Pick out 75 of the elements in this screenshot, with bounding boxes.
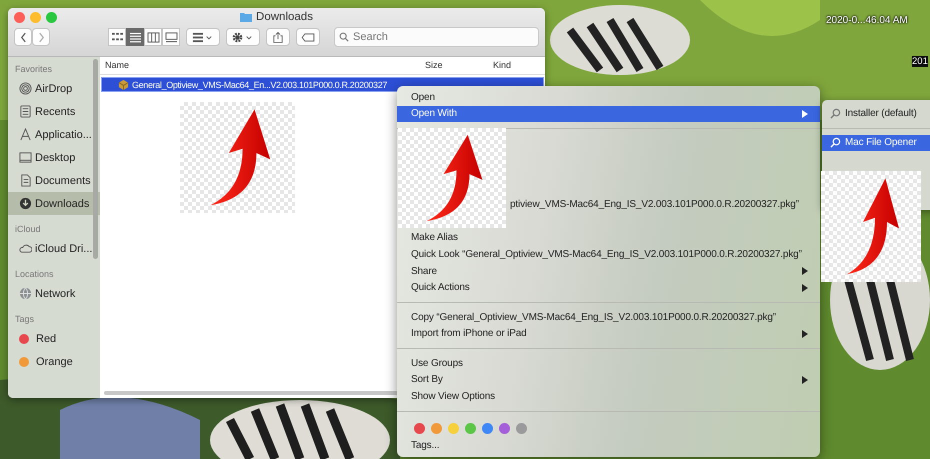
back-button[interactable] [14, 28, 32, 46]
menu-item[interactable]: Quick Look “General_Optiview_VMS-Mac64_Eng_IS_V2.003.101P000.0.R.20200327.pkg” [397, 246, 820, 263]
sidebar-item[interactable]: iCloud Dri... [8, 237, 100, 260]
sidebar-item[interactable]: Orange [8, 350, 100, 373]
menu-item[interactable]: Installer (default) [822, 105, 930, 122]
menu-item[interactable]: ptiview_VMS-Mac64_Eng_IS_V2.003.101P000.0.R.20200327.pkg” [507, 196, 820, 213]
column-header[interactable]: Kind [493, 60, 512, 70]
sidebar-item[interactable]: Downloads [8, 192, 100, 215]
sidebar-item[interactable]: AirDrop [8, 77, 100, 100]
tag-color-dot[interactable] [482, 422, 493, 434]
chevron-left-icon [20, 32, 26, 42]
sidebar-heading: iCloud [14, 223, 42, 236]
file-label: 201 [912, 56, 928, 67]
tag-color-dot[interactable] [414, 422, 425, 434]
icons-view-icon [110, 32, 124, 42]
search-field[interactable]: Search [334, 27, 539, 47]
sidebar-item[interactable]: Documents [8, 169, 100, 192]
recents-icon [19, 105, 32, 118]
apps-icon [19, 128, 32, 141]
close-button[interactable] [14, 12, 25, 23]
gallery-view-icon [164, 32, 178, 42]
documents-icon [19, 174, 32, 187]
tag-color-dot[interactable] [431, 422, 442, 434]
tag-color-dot[interactable] [516, 422, 527, 434]
menu-item[interactable]: Mac File Opener [822, 134, 930, 152]
sidebar-heading: Favorites [14, 63, 54, 76]
desktop-icon [19, 151, 32, 164]
sidebar-heading: Tags [14, 313, 36, 326]
menu-item[interactable]: Share [397, 262, 820, 280]
menu-item[interactable]: Show View Options [397, 388, 820, 405]
sidebar-heading: Locations [14, 268, 55, 281]
column-header[interactable]: Size [425, 60, 443, 70]
list-view-icon [128, 32, 142, 42]
zoom-button[interactable] [46, 12, 57, 23]
sidebar-item[interactable]: Applicatio... [8, 123, 100, 146]
menu-item[interactable]: Make Alias [397, 230, 820, 246]
columns-view-icon [146, 32, 160, 42]
network-icon [19, 287, 32, 300]
tag-color-dot[interactable] [499, 422, 510, 434]
menu-item[interactable]: Tags... [397, 438, 820, 454]
share-icon [273, 30, 283, 44]
grid-caret-icon [192, 32, 214, 42]
share-button[interactable] [266, 28, 290, 46]
menu-item[interactable]: Quick Actions [397, 279, 820, 296]
tag-icon [300, 32, 316, 42]
menu-item[interactable]: Copy “General_Optiview_VMS-Mac64_Eng_IS_V2.003.101P000.0.R.20200327.pkg” [397, 308, 820, 326]
view-mode-button[interactable] [162, 28, 180, 46]
downloads-icon [19, 197, 32, 210]
tag-color-dot[interactable] [448, 422, 459, 434]
window-title: Downloads [256, 11, 313, 23]
tag-button[interactable] [296, 28, 320, 46]
folder-icon [240, 12, 252, 22]
menu-item[interactable]: Open [397, 89, 820, 106]
menu-item[interactable]: Import from iPhone or iPad [397, 325, 820, 342]
group-button[interactable] [186, 28, 220, 46]
column-header[interactable]: Name [105, 60, 130, 70]
package-icon [118, 79, 129, 90]
sidebar-item[interactable]: Desktop [8, 146, 100, 169]
menu-item[interactable]: Sort By [397, 371, 820, 388]
sidebar-item[interactable]: Red [8, 327, 100, 350]
sidebar-item[interactable]: Recents [8, 100, 100, 123]
view-mode-button[interactable] [108, 28, 126, 46]
cloud-icon [19, 242, 32, 255]
view-mode-button[interactable] [144, 28, 162, 46]
tag-color-dot[interactable] [465, 422, 476, 434]
search-icon [339, 32, 349, 42]
menu-item[interactable]: Open With [397, 106, 820, 122]
action-button[interactable] [226, 28, 260, 46]
gear-caret-icon [232, 32, 254, 42]
chevron-right-icon [38, 32, 44, 42]
view-mode-button[interactable] [126, 28, 144, 46]
file-label: 2020-0...46.04 AM [826, 15, 908, 26]
sidebar-item[interactable]: Network [8, 282, 100, 305]
menu-item[interactable]: Use Groups [397, 354, 820, 372]
airdrop-icon [19, 82, 32, 95]
